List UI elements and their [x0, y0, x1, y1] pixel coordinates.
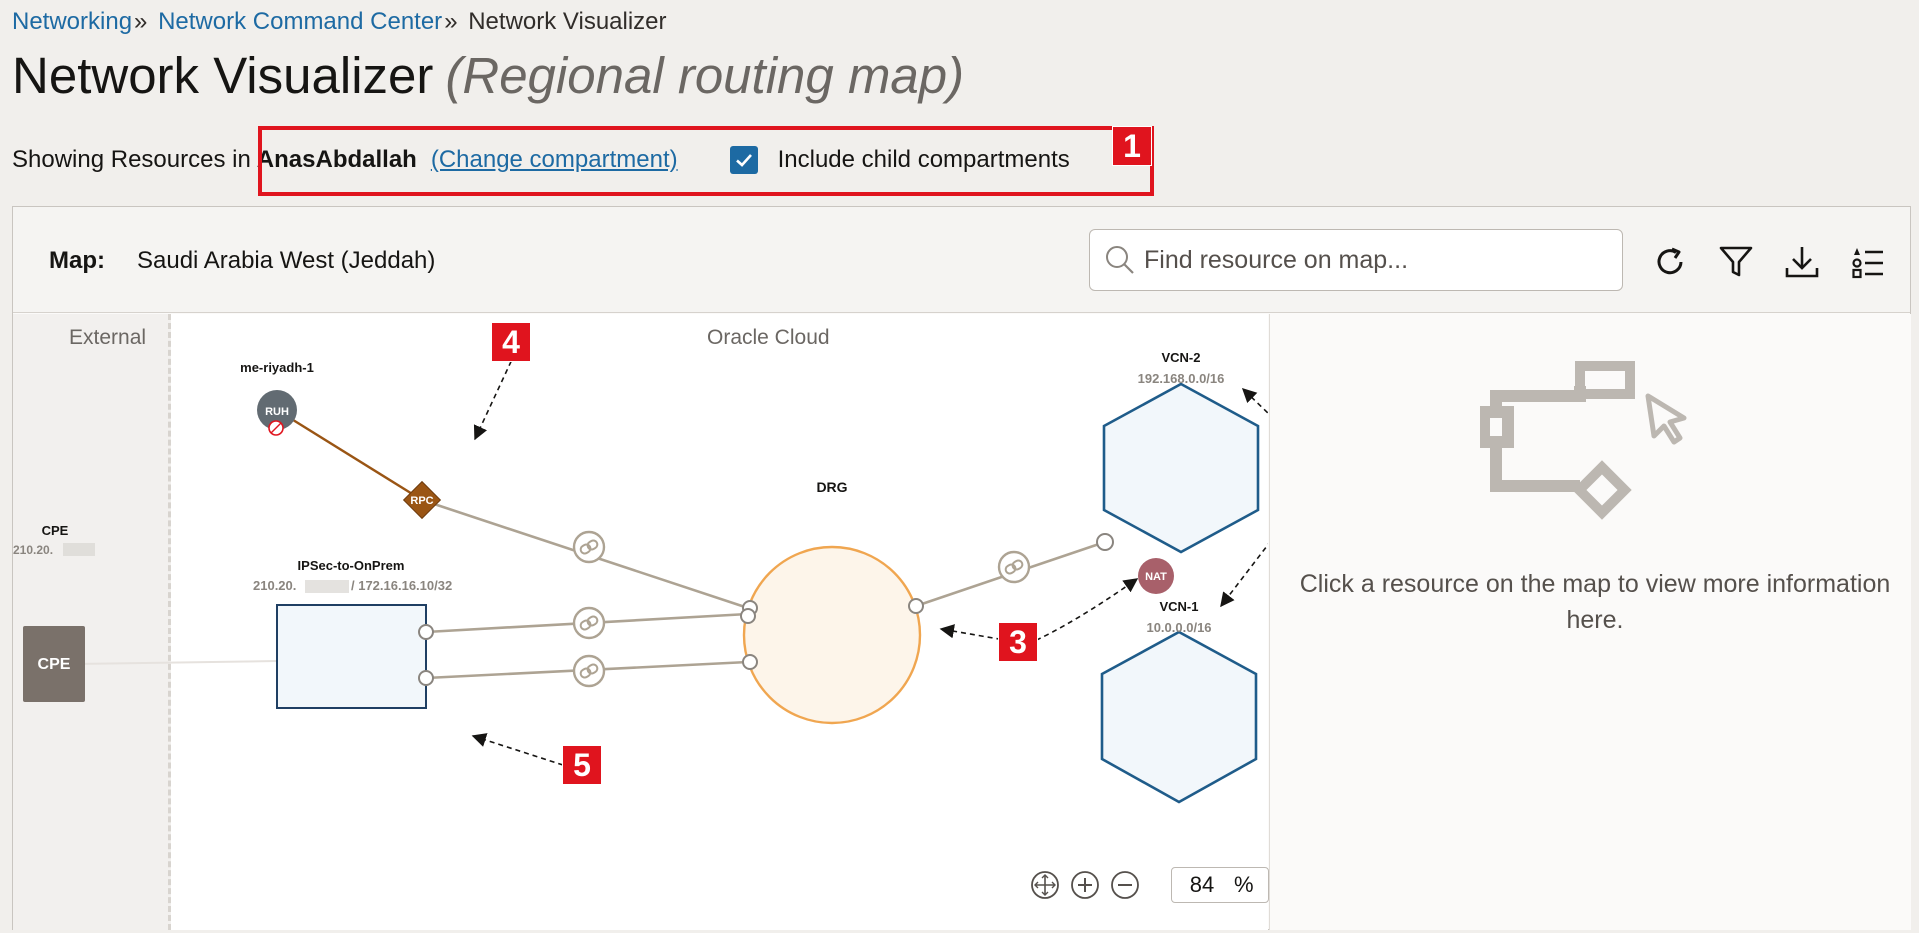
cpe-node[interactable]: CPE	[23, 626, 85, 702]
ipsec-connection-node[interactable]	[276, 604, 427, 709]
zoom-level-field[interactable]: 84 %	[1171, 867, 1269, 903]
rpc-attachment-icon[interactable]	[572, 530, 606, 564]
ipsec-port	[418, 624, 434, 640]
page-title: Network Visualizer (Regional routing map)	[12, 46, 964, 105]
region-name: me-riyadh-1	[240, 360, 314, 375]
network-map[interactable]: External Oracle Cloud RUH me-riyadh-1 RP…	[13, 314, 1365, 930]
ipsec-tunnel-1-attachment-icon[interactable]	[572, 606, 606, 640]
breadcrumb-current: Network Visualizer	[468, 8, 667, 35]
filter-icon[interactable]	[1715, 241, 1757, 283]
rpc-label: RPC	[410, 495, 433, 507]
region-code: RUH	[265, 406, 289, 418]
drg-label: DRG	[816, 479, 847, 495]
compartment-prefix: Showing Resources in	[12, 146, 251, 173]
breadcrumb-separator: »	[134, 8, 148, 35]
page-subtitle: (Regional routing map)	[445, 47, 965, 104]
vcn1-cidr: 10.0.0.0/16	[1146, 620, 1211, 635]
callout-badge-3: 3	[998, 622, 1038, 662]
map-label: Map:	[49, 247, 105, 274]
callout-badge-4: 4	[491, 322, 531, 362]
drg-port	[740, 608, 756, 624]
nat-label: NAT	[1145, 571, 1167, 583]
callout-box-compartment	[258, 126, 1154, 196]
cpe-ip: 210.20.	[13, 543, 53, 557]
find-resource-search[interactable]	[1089, 229, 1623, 291]
search-input[interactable]	[1144, 245, 1604, 275]
refresh-icon[interactable]	[1649, 241, 1691, 283]
search-icon	[1104, 244, 1144, 276]
map-region-value[interactable]: Saudi Arabia West (Jeddah)	[137, 247, 435, 275]
ipsec-tunnel-2-attachment-icon[interactable]	[572, 654, 606, 688]
map-toolbar: Map: Saudi Arabia West (Jeddah)	[13, 207, 1910, 313]
zoom-level-unit: %	[1234, 872, 1254, 897]
zoom-in-icon[interactable]	[1067, 867, 1103, 903]
vcn1-name: VCN-1	[1159, 599, 1198, 614]
vcn2-node[interactable]	[1102, 382, 1260, 554]
redacted-ip-mask	[305, 580, 349, 593]
callout-badge-1: 1	[1112, 126, 1152, 166]
info-placeholder-message: Click a resource on the map to view more…	[1299, 570, 1891, 634]
ipsec-name: IPSec-to-OnPrem	[298, 558, 405, 573]
drg-port	[742, 654, 758, 670]
breadcrumb: Networking» Network Command Center» Netw…	[12, 8, 667, 36]
breadcrumb-network-command-center-link[interactable]: Network Command Center	[158, 8, 442, 35]
redacted-ip-mask	[63, 543, 95, 556]
map-diagram: RUH me-riyadh-1 RPC DRG VCN-2 192.168.0.…	[13, 350, 1268, 804]
region-rpc-link	[276, 408, 423, 502]
vcn1-node[interactable]	[1100, 630, 1258, 804]
zoom-out-icon[interactable]	[1107, 867, 1143, 903]
drg-port	[908, 598, 924, 614]
rpc-node[interactable]: RPC	[402, 480, 442, 520]
vcn2-cidr: 192.168.0.0/16	[1138, 371, 1225, 386]
callout-badge-5: 5	[562, 745, 602, 785]
download-icon[interactable]	[1781, 241, 1823, 283]
legend-list-icon[interactable]	[1847, 241, 1889, 283]
breadcrumb-networking-link[interactable]: Networking	[12, 8, 132, 35]
vcn2-attachment-icon[interactable]	[997, 550, 1031, 584]
vcn2-name: VCN-2	[1161, 350, 1200, 365]
ipsec-detail-right: / 172.16.16.10/32	[351, 578, 452, 593]
cpe-name: CPE	[42, 523, 69, 538]
vcn2-port	[1096, 533, 1114, 551]
visualizer-panel: Map: Saudi Arabia West (Jeddah) Ext	[12, 206, 1911, 930]
select-resource-illustration-icon	[1480, 361, 1687, 520]
zoom-level-value[interactable]: 84	[1172, 872, 1232, 898]
ipsec-port	[418, 670, 434, 686]
breadcrumb-separator: »	[444, 8, 458, 35]
region-node-ruh[interactable]: RUH	[257, 390, 297, 436]
ipsec-detail-left: 210.20.	[253, 578, 296, 593]
drg-node[interactable]	[742, 545, 922, 725]
cpe-box-label: CPE	[38, 656, 71, 673]
page-title-text: Network Visualizer	[12, 47, 434, 104]
pan-move-icon[interactable]	[1027, 867, 1063, 903]
map-tools	[1649, 241, 1889, 283]
nat-gateway-node[interactable]: NAT	[1138, 558, 1174, 594]
zoom-controls: 84 %	[1027, 867, 1269, 903]
resource-info-pane: Click a resource on the map to view more…	[1269, 314, 1911, 930]
